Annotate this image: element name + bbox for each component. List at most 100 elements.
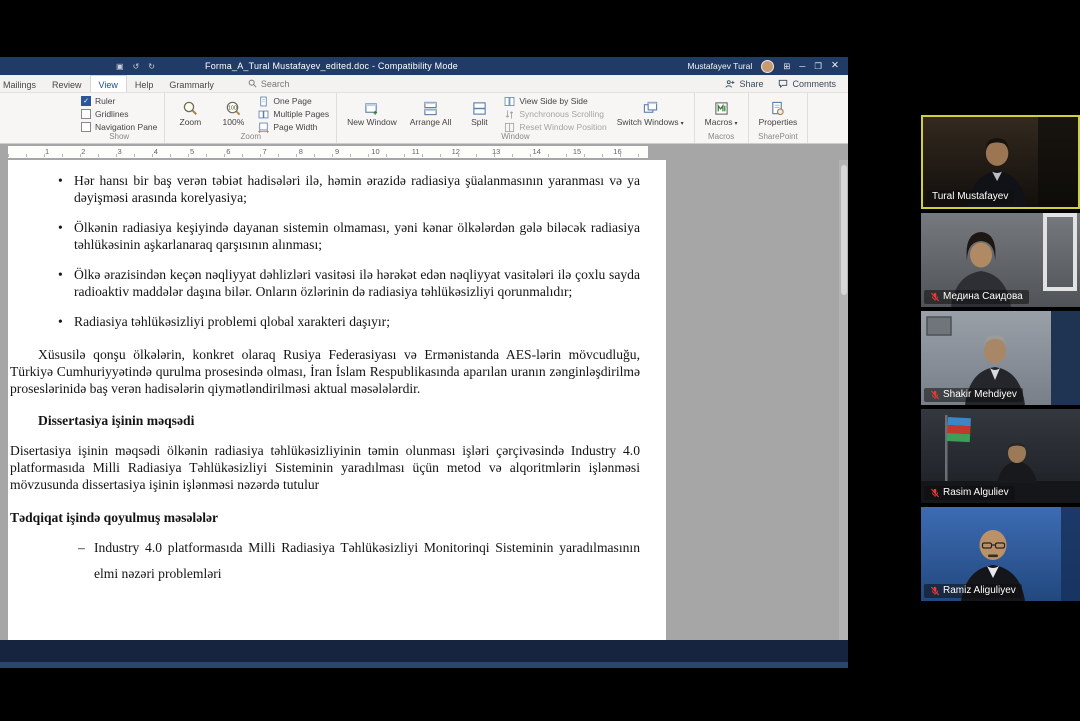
tab-help[interactable]: Help [127,75,162,92]
muted-mic-icon [930,390,940,400]
heading-dissertation-goal: Dissertasiya işinin məqsədi [38,412,640,429]
properties-button[interactable]: Properties [756,99,801,130]
participant-name-label: Медина Саидова [924,290,1029,304]
gridlines-checkbox[interactable]: Gridlines [81,109,157,119]
one-page-button[interactable]: One Page [258,96,329,107]
save-icon[interactable]: ▣ [116,62,124,71]
horizontal-ruler[interactable]: 1 2 3 4 5 6 7 8 9 10 11 12 13 14 15 16 [8,146,648,158]
navigation-pane-checkbox[interactable]: Navigation Pane [81,122,157,132]
dash-marker: – [78,535,85,561]
page-width-button[interactable]: Page Width [258,122,329,133]
tab-mailings[interactable]: Mailings [0,75,44,92]
vertical-scrollbar[interactable] [839,160,848,640]
muted-mic-icon [930,586,940,596]
ruler-checkbox[interactable]: ✓ Ruler [81,96,157,106]
undo-icon[interactable]: ↺ [133,62,140,71]
participant-tile-medina-saidova[interactable]: Медина Саидова [921,213,1080,307]
macros-icon [714,101,729,116]
view-side-by-side-button[interactable]: View Side by Side [504,96,606,107]
participant-name-label: Ramiz Aliguliyev [924,584,1022,598]
share-button[interactable]: Share [725,79,763,89]
ribbon-group-zoom: Zoom 100 100% One Page Multiple Pages [165,93,337,143]
zoom-100-icon: 100 [225,100,241,116]
dropdown-caret-icon: ▾ [681,121,684,127]
side-by-side-icon [504,96,515,107]
paragraph-dissertation-goal: Disertasiya işinin məqsədi ölkənin radia… [10,442,640,493]
document-page[interactable]: Hər hansı bir baş verən təbiət hadisələr… [8,160,666,640]
ribbon-group-window: New Window Arrange All Split View Side b… [337,93,695,143]
participant-name-label: Tural Mustafayev [926,190,1014,204]
multiple-pages-button[interactable]: Multiple Pages [258,109,329,120]
ribbon-group-show: ✓ Ruler Gridlines Navigation Pane Show [74,93,165,143]
close-button[interactable]: ✕ [831,61,839,71]
search-label: Search [261,79,290,89]
properties-icon [770,101,785,116]
synchronous-scrolling-button[interactable]: Synchronous Scrolling [504,109,606,120]
bullet-item: Hər hansı bir baş verən təbiət hadisələr… [74,172,640,206]
muted-mic-icon [930,292,940,302]
document-title: Forma_A_Tural Mustafayev_edited.doc - Co… [205,61,458,71]
quick-access-toolbar: ▣ ↺ ↻ [116,62,155,71]
split-button[interactable]: Split [461,99,497,130]
arrange-all-button[interactable]: Arrange All [407,99,455,130]
reset-window-position-button[interactable]: Reset Window Position [504,122,606,133]
tab-view[interactable]: View [90,75,127,92]
bullet-item: Radiasiya təhlükəsizliyi problemi qlobal… [74,313,640,330]
participant-tile-tural-mustafayev[interactable]: Tural Mustafayev [921,115,1080,209]
new-window-button[interactable]: New Window [344,99,400,130]
group-label-show: Show [81,133,157,143]
search-box[interactable]: Search [248,79,290,89]
sync-scrolling-icon [504,109,515,120]
status-bar [0,640,848,668]
redo-icon[interactable]: ↻ [148,62,155,71]
word-window: ▣ ↺ ↻ Forma_A_Tural Mustafayev_edited.do… [0,57,848,668]
ribbon-tabs-row: Mailings Review View Help Grammarly Sear… [0,75,848,93]
group-label-window: Window [344,133,687,143]
tab-review[interactable]: Review [44,75,90,92]
restore-button[interactable]: ❐ [814,62,822,71]
zoom-100-button[interactable]: 100 100% [215,98,251,130]
minimize-button[interactable]: ─ [799,62,805,71]
bullet-item: Ölkə ərazisindən keçən nəqliyyat dəhlizl… [74,266,640,300]
switch-windows-button[interactable]: Switch Windows▾ [614,99,687,130]
multiple-pages-icon [258,109,269,120]
group-label-sharepoint: SharePoint [756,133,801,143]
ribbon-tabs: Mailings Review View Help Grammarly [0,75,222,92]
word-title-bar: ▣ ↺ ↻ Forma_A_Tural Mustafayev_edited.do… [0,57,848,75]
tab-grammarly[interactable]: Grammarly [161,75,222,92]
ruler-numbers: 1 2 3 4 5 6 7 8 9 10 11 12 13 14 15 16 [45,147,622,156]
participant-tile-rasim-alguliev[interactable]: Rasim Alguliev [921,409,1080,503]
bullet-list: Hər hansı bir baş verən təbiət hadisələr… [10,172,640,330]
ribbon-options-icon[interactable]: ⊞ [783,62,790,71]
participant-tile-shakir-mehdiyev[interactable]: Shakir Mehdiyev [921,311,1080,405]
group-label-zoom: Zoom [172,133,329,143]
scrollbar-thumb[interactable] [841,165,847,295]
muted-mic-icon [930,488,940,498]
account-user-name[interactable]: Mustafayev Tural [688,61,753,71]
checkbox-checked-icon: ✓ [81,96,91,106]
participants-panel: Tural Mustafayev Медина Саидова [921,115,1080,601]
account-avatar[interactable] [761,60,774,73]
paragraph-regional-context: Xüsusilə qonşu ölkələrin, konkret olaraq… [10,346,640,397]
heading-research-tasks: Tədqiqat işində qoyulmuş məsələlər [10,509,640,526]
zoom-button[interactable]: Zoom [172,98,208,130]
comments-button[interactable]: Comments [778,79,836,89]
participant-name-label: Rasim Alguliev [924,486,1015,500]
svg-text:100: 100 [229,106,238,112]
group-label-macros: Macros [702,133,741,143]
reset-window-icon [504,122,515,133]
checkbox-icon [81,109,91,119]
page-width-icon [258,122,269,133]
switch-windows-icon [643,101,658,116]
arrange-all-icon [423,101,438,116]
participant-tile-ramiz-aliguliyev[interactable]: Ramiz Aliguliyev [921,507,1080,601]
comments-icon [778,79,788,89]
dropdown-caret-icon: ▾ [735,121,738,127]
macros-button[interactable]: Macros▾ [702,99,741,130]
new-window-icon [364,101,379,116]
ribbon-group-macros: Macros▾ Macros [695,93,749,143]
zoom-magnifier-icon [182,100,198,116]
split-icon [472,101,487,116]
ruler-bar: 1 2 3 4 5 6 7 8 9 10 11 12 13 14 15 16 [0,144,848,160]
bullet-item: Ölkənin radiasiya keşiyində dayanan sist… [74,219,640,253]
